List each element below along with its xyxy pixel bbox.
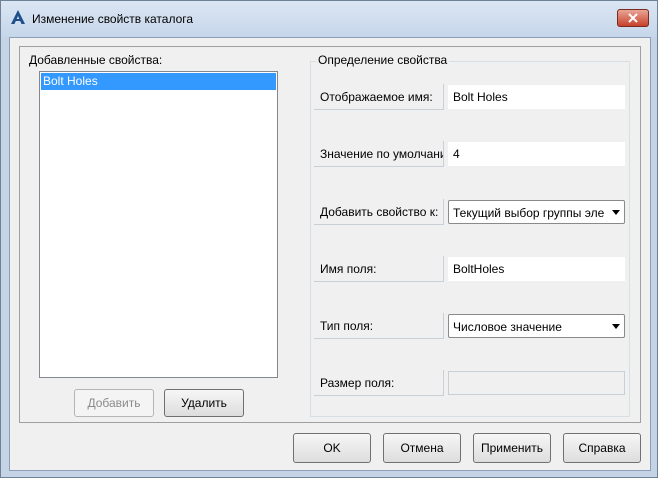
ok-button[interactable]: OK [293,433,371,463]
add-button[interactable]: Добавить [74,389,154,417]
added-properties-label: Добавленные свойства: [29,53,163,67]
list-item-bolt-holes[interactable]: Bolt Holes [41,73,276,90]
default-value-field[interactable] [448,142,625,166]
close-button[interactable] [617,9,649,27]
default-value-row: Значение по умолчани [313,141,625,167]
field-size-row: Размер поля: [313,370,625,396]
display-name-row: Отображаемое имя: [313,84,625,110]
field-type-label: Тип поля: [314,313,444,339]
cancel-button[interactable]: Отмена [383,433,461,463]
field-size-label: Размер поля: [314,370,444,396]
add-property-to-label: Добавить свойство к: [314,199,444,225]
add-property-to-dropdown[interactable]: Текущий выбор группы эле [448,200,625,224]
help-button[interactable]: Справка [563,433,641,463]
field-name-row: Имя поля: [313,256,625,282]
chevron-down-icon [612,210,620,215]
add-property-to-row: Добавить свойство к: Текущий выбор групп… [313,199,625,225]
add-property-to-value: Текущий выбор группы эле [453,206,605,220]
title-bar[interactable]: Изменение свойств каталога [1,1,657,37]
field-name-field[interactable] [448,257,625,281]
display-name-field[interactable] [448,85,625,109]
property-definition-title: Определение свойства [316,53,450,67]
delete-button[interactable]: Удалить [164,389,244,417]
field-type-row: Тип поля: Числовое значение [313,313,625,339]
apply-button[interactable]: Применить [473,433,551,463]
property-definition-group [310,61,630,417]
chevron-down-icon [612,324,620,329]
field-type-dropdown[interactable]: Числовое значение [448,314,625,338]
field-name-label: Имя поля: [314,256,444,282]
autocad-app-icon [11,10,25,24]
default-value-label: Значение по умолчани [314,141,444,167]
field-size-field[interactable] [448,371,625,395]
close-icon [628,13,638,23]
display-name-label: Отображаемое имя: [314,84,444,110]
added-properties-list[interactable]: Bolt Holes [39,71,278,378]
field-type-value: Числовое значение [453,320,562,334]
window-title: Изменение свойств каталога [32,12,194,26]
